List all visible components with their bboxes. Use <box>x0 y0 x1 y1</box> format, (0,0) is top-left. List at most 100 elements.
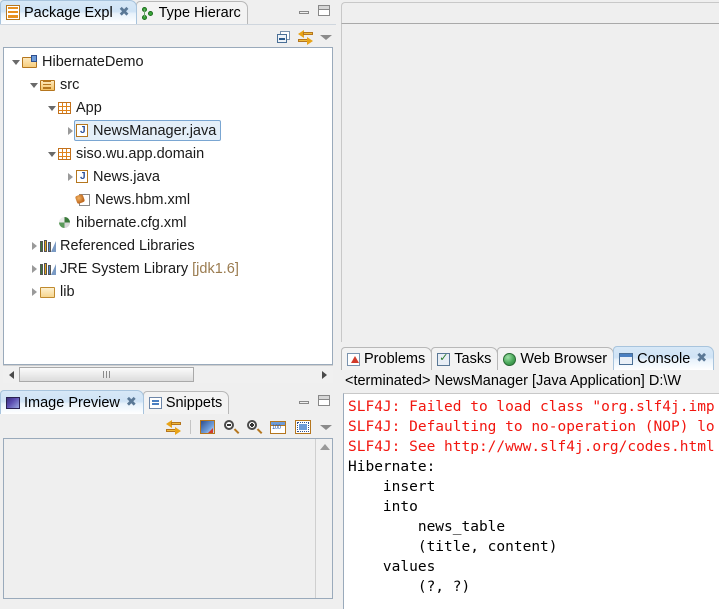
tree-item-lib[interactable]: lib <box>4 280 332 303</box>
close-icon[interactable]: ✖ <box>126 395 137 410</box>
expand-arrow-closed-icon[interactable] <box>28 286 40 298</box>
maximize-icon[interactable] <box>318 5 330 16</box>
close-icon[interactable]: ✖ <box>696 351 707 366</box>
tab-label: Image Preview <box>24 394 120 411</box>
tree-item-label: JRE System Library <box>60 260 189 277</box>
tab-problems[interactable]: Problems <box>341 347 433 370</box>
image-preview-canvas[interactable] <box>3 438 333 599</box>
tree-item-label: siso.wu.app.domain <box>76 145 205 162</box>
actual-size-100-icon[interactable] <box>270 420 286 434</box>
scroll-thumb[interactable] <box>19 367 194 382</box>
tab-web-browser[interactable]: Web Browser <box>497 347 615 370</box>
scroll-up-arrow[interactable] <box>320 444 330 450</box>
collapse-all-icon[interactable] <box>277 30 291 44</box>
zoom-in-icon[interactable] <box>247 420 263 434</box>
expand-arrow-open-icon[interactable] <box>46 102 58 114</box>
tree-item-hibernatedemo[interactable]: HibernateDemo <box>4 50 332 73</box>
tab-image-preview[interactable]: Image Preview ✖ <box>0 390 144 414</box>
package-explorer-tabbar: Package Expl ✖ Type Hierarc <box>0 0 336 24</box>
tree-item-label: NewsManager.java <box>93 122 217 139</box>
image-preview-tabbar: Image Preview ✖ Snippets <box>0 390 336 414</box>
expand-arrow-closed-icon[interactable] <box>28 240 40 252</box>
source-folder-icon <box>40 78 56 92</box>
tree-item-news-hbm-xml[interactable]: News.hbm.xml <box>4 188 332 211</box>
link-with-editor-icon[interactable] <box>166 420 181 435</box>
zoom-out-icon[interactable] <box>224 420 240 434</box>
expand-arrow-closed-icon[interactable] <box>28 263 40 275</box>
tree-item-content: HibernateDemo <box>22 54 144 70</box>
tab-snippets[interactable]: Snippets <box>142 391 230 414</box>
scroll-left-arrow[interactable] <box>3 367 19 382</box>
tree-item-app[interactable]: App <box>4 96 332 119</box>
tree-horizontal-scrollbar[interactable] <box>3 365 333 383</box>
tree-item-content: lib <box>40 284 75 300</box>
java-project-icon <box>22 54 38 69</box>
editor-area-blank[interactable] <box>341 23 719 342</box>
tab-package-explorer[interactable]: Package Expl ✖ <box>0 0 137 24</box>
package-explorer-icon <box>6 5 20 20</box>
fit-to-window-icon[interactable] <box>295 420 311 434</box>
tree-item-label: src <box>60 76 80 93</box>
view-menu-icon[interactable] <box>320 424 332 430</box>
tree-item-hibernate-cfg-xml[interactable]: hibernate.cfg.xml <box>4 211 332 234</box>
console-output[interactable]: SLF4J: Failed to load class "org.slf4j.i… <box>343 393 719 609</box>
tree-item-newsmanager-java[interactable]: NewsManager.java <box>4 119 332 142</box>
tree-item-label: News.hbm.xml <box>95 191 191 208</box>
tree-item-siso-wu-app-domain[interactable]: siso.wu.app.domain <box>4 142 332 165</box>
link-with-editor-icon[interactable] <box>298 30 313 45</box>
tree-item-src[interactable]: src <box>4 73 332 96</box>
tree-item-content: JRE System Library [jdk1.6] <box>40 261 239 277</box>
java-file-icon <box>76 169 89 184</box>
minimize-icon[interactable] <box>298 6 310 16</box>
tab-label: Type Hierarc <box>158 5 241 21</box>
package-icon <box>58 101 72 115</box>
console-line: (title, content) <box>348 539 567 555</box>
expand-arrow-open-icon[interactable] <box>10 56 22 68</box>
minimize-icon[interactable] <box>298 396 310 406</box>
expand-arrow-open-icon[interactable] <box>46 148 58 160</box>
panel-sash-horizontal[interactable] <box>0 383 336 390</box>
tree-item-news-java[interactable]: News.java <box>4 165 332 188</box>
tree-item-content: siso.wu.app.domain <box>58 146 204 162</box>
console-icon <box>619 352 634 365</box>
console-line: SLF4J: Defaulting to no-operation (NOP) … <box>348 419 715 435</box>
view-menu-icon[interactable] <box>320 34 332 40</box>
tree-item-referenced-libraries[interactable]: Referenced Libraries <box>4 234 332 257</box>
type-hierarchy-icon <box>141 6 155 20</box>
close-icon[interactable]: ✖ <box>119 5 130 20</box>
tree-item-content: src <box>40 77 79 93</box>
image-preview-empty-area <box>4 439 315 598</box>
tree-item-content: News.hbm.xml <box>76 192 190 208</box>
tree-item-label: Referenced Libraries <box>60 237 195 254</box>
selected-tree-item[interactable]: NewsManager.java <box>74 120 222 141</box>
package-icon <box>58 147 72 161</box>
tree-item-jre-system-library[interactable]: JRE System Library [jdk1.6] <box>4 257 332 280</box>
package-explorer-tree[interactable]: HibernateDemo src App NewsManager.java siso.… <box>3 47 333 365</box>
console-line: SLF4J: Failed to load class "org.slf4j.i… <box>348 399 715 415</box>
expand-arrow-closed-icon[interactable] <box>64 171 76 183</box>
folder-icon <box>40 285 56 299</box>
scroll-right-arrow[interactable] <box>316 367 332 382</box>
expand-arrow-open-icon[interactable] <box>28 79 40 91</box>
expand-arrow-closed-icon[interactable] <box>64 125 76 137</box>
console-launch-header: <terminated> NewsManager [Java Applicati… <box>345 373 682 389</box>
tree-item-label: App <box>76 99 102 116</box>
console-line: SLF4J: See http://www.slf4j.org/codes.ht… <box>348 439 715 455</box>
tab-type-hierarchy[interactable]: Type Hierarc <box>135 1 248 24</box>
maximize-icon[interactable] <box>318 395 330 406</box>
package-explorer-toolbar <box>0 24 336 48</box>
editor-tab-placeholder <box>341 2 719 23</box>
tab-label: Console <box>637 350 691 367</box>
tree-item-content: News.java <box>76 169 160 185</box>
web-browser-icon <box>503 352 517 366</box>
tab-tasks[interactable]: Tasks <box>431 347 499 370</box>
image-tool-icon[interactable] <box>200 420 215 434</box>
image-preview-vertical-scrollbar[interactable] <box>315 439 332 598</box>
tab-console[interactable]: Console ✖ <box>613 346 715 370</box>
tree-item-suffix: [jdk1.6] <box>192 260 239 277</box>
console-line: news_table <box>348 519 506 535</box>
tree-item-label: lib <box>60 283 75 300</box>
tab-label: Web Browser <box>520 351 608 367</box>
tree-item-label: HibernateDemo <box>42 53 144 70</box>
tree-item-content: Referenced Libraries <box>40 238 195 254</box>
